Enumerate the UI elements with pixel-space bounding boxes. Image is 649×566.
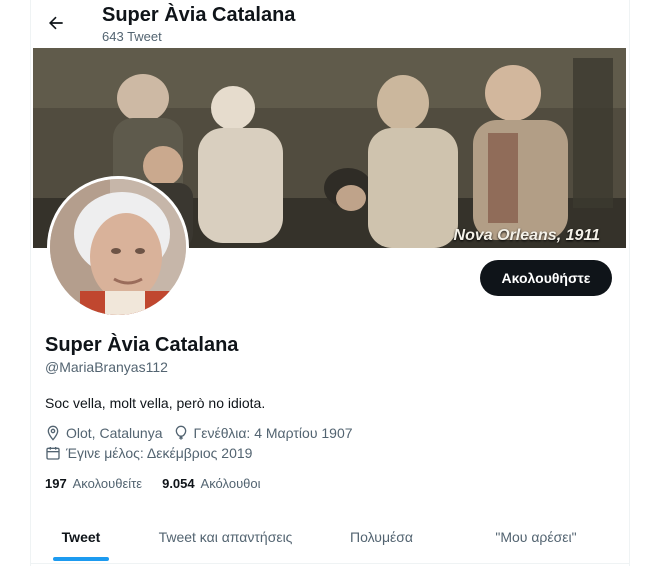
tab-likes[interactable]: "Μου αρέσει" bbox=[443, 513, 629, 561]
tab-label: Tweet bbox=[61, 529, 101, 545]
joined-text: Έγινε μέλος: Δεκέμβριος 2019 bbox=[66, 445, 253, 461]
balloon-icon bbox=[175, 425, 186, 440]
avatar-photo bbox=[50, 179, 186, 315]
profile-meta-row-2: Έγινε μέλος: Δεκέμβριος 2019 bbox=[45, 445, 262, 461]
birthday-item: Γενέθλια: 4 Μαρτίου 1907 bbox=[173, 425, 353, 441]
avatar[interactable] bbox=[47, 176, 189, 318]
profile-column: Super Àvia Catalana 643 Tweet Nova Orlea… bbox=[30, 0, 630, 566]
tab-label: "Μου αρέσει" bbox=[495, 529, 577, 545]
birthday-text: Γενέθλια: 4 Μαρτίου 1907 bbox=[193, 425, 353, 441]
tweet-count: 643 Tweet bbox=[102, 29, 162, 44]
tab-tweets-and-replies[interactable]: Tweet και απαντήσεις bbox=[131, 513, 320, 561]
display-name: Super Àvia Catalana bbox=[45, 334, 239, 356]
following-label: Ακολουθείτε bbox=[72, 476, 143, 491]
location-pin-icon bbox=[47, 425, 59, 441]
tab-label: Tweet και απαντήσεις bbox=[158, 529, 293, 545]
location-text: Olot, Catalunya bbox=[66, 425, 163, 441]
follow-stats: 197 Ακολουθείτε 9.054 Ακόλουθοι bbox=[45, 476, 281, 491]
following-link[interactable]: 197 Ακολουθείτε bbox=[45, 476, 142, 491]
tab-label: Πολυμέσα bbox=[350, 529, 413, 545]
followers-link[interactable]: 9.054 Ακόλουθοι bbox=[162, 476, 260, 491]
banner-caption: Nova Orleans, 1911 bbox=[453, 227, 600, 244]
back-button[interactable] bbox=[39, 6, 73, 40]
location-item: Olot, Catalunya bbox=[45, 425, 163, 441]
tab-tweets[interactable]: Tweet bbox=[31, 513, 131, 561]
followers-count: 9.054 bbox=[162, 476, 195, 491]
calendar-icon bbox=[46, 447, 60, 460]
active-tab-indicator bbox=[53, 557, 109, 561]
following-count: 197 bbox=[45, 476, 67, 491]
top-bar: Super Àvia Catalana 643 Tweet bbox=[31, 0, 629, 48]
user-handle: @MariaBranyas112 bbox=[45, 359, 168, 375]
follow-button[interactable]: Ακολουθήστε bbox=[480, 260, 612, 296]
arrow-left-icon bbox=[49, 16, 63, 30]
joined-item: Έγινε μέλος: Δεκέμβριος 2019 bbox=[45, 445, 252, 461]
profile-meta-row: Olot, Catalunya Γενέθλια: 4 Μαρτίου 1907 bbox=[45, 425, 363, 441]
page-title: Super Àvia Catalana bbox=[102, 4, 296, 26]
tab-media[interactable]: Πολυμέσα bbox=[320, 513, 443, 561]
followers-label: Ακόλουθοι bbox=[200, 476, 261, 491]
profile-bio: Soc vella, molt vella, però no idiota. bbox=[45, 395, 266, 411]
profile-tabs: Tweet Tweet και απαντήσεις Πολυμέσα "Μου… bbox=[31, 513, 629, 564]
